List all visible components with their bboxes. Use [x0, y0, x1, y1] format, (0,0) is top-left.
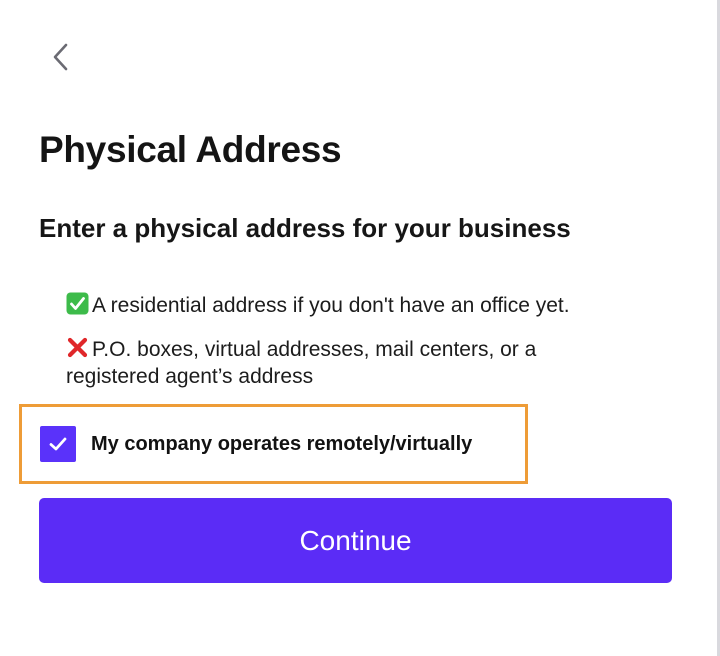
remote-checkbox-label[interactable]: My company operates remotely/virtually: [91, 433, 472, 456]
remote-checkbox[interactable]: [40, 426, 76, 462]
page-subtitle: Enter a physical address for your busine…: [39, 213, 571, 243]
remote-option[interactable]: My company operates remotely/virtually: [19, 404, 528, 484]
red-cross-icon: [66, 336, 89, 359]
disallowed-address-text: P.O. boxes, virtual addresses, mail cent…: [66, 338, 537, 388]
page-title: Physical Address: [39, 129, 342, 170]
disallowed-address-rule: P.O. boxes, virtual addresses, mail cent…: [66, 336, 626, 390]
continue-button[interactable]: Continue: [39, 498, 672, 583]
allowed-address-text: A residential address if you don't have …: [92, 294, 570, 317]
chevron-left-icon: [52, 42, 70, 72]
physical-address-page: Physical Address Enter a physical addres…: [0, 0, 720, 656]
back-button[interactable]: [44, 38, 78, 76]
checkmark-icon: [48, 436, 68, 452]
green-check-icon: [66, 292, 89, 315]
allowed-address-rule: A residential address if you don't have …: [66, 292, 570, 319]
